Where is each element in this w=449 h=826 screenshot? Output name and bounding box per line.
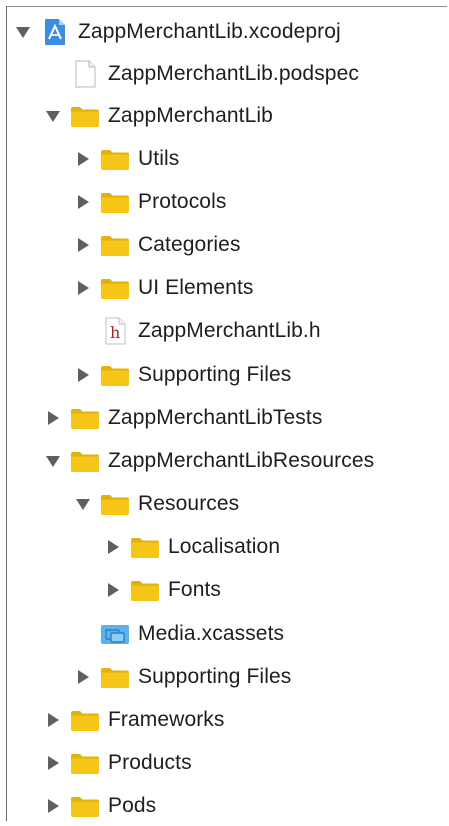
tree-row-ui-elements[interactable]: UI Elements	[74, 268, 253, 308]
disclosure-collapsed-icon[interactable]	[74, 236, 92, 254]
tree-row-supporting-files-2[interactable]: Supporting Files	[74, 657, 291, 697]
folder-icon	[70, 751, 100, 775]
folder-icon	[70, 794, 100, 818]
folder-icon	[70, 449, 100, 473]
disclosure-collapsed-icon[interactable]	[44, 409, 62, 427]
row-label: Resources	[138, 492, 240, 515]
tree-row-frameworks[interactable]: Frameworks	[44, 700, 225, 740]
tree-row-zappmerchantlib[interactable]: ZappMerchantLib	[44, 96, 273, 136]
tree-row-localisation[interactable]: Localisation	[104, 527, 280, 567]
row-label: ZappMerchantLibResources	[108, 449, 375, 472]
row-label: Localisation	[168, 535, 281, 558]
folder-icon	[70, 104, 100, 128]
xcode-project-icon	[40, 19, 70, 45]
disclosure-collapsed-icon[interactable]	[44, 797, 62, 815]
row-label: ZappMerchantLibTests	[108, 406, 323, 429]
row-label: UI Elements	[138, 276, 254, 299]
disclosure-collapsed-icon[interactable]	[74, 193, 92, 211]
folder-icon	[130, 578, 160, 602]
row-label: Media.xcassets	[138, 622, 285, 645]
row-label: Fonts	[168, 578, 222, 601]
row-label: Supporting Files	[138, 665, 292, 688]
asset-catalog-icon	[100, 622, 130, 646]
disclosure-collapsed-icon[interactable]	[44, 754, 62, 772]
row-label: Categories	[138, 233, 241, 256]
row-label: ZappMerchantLib.podspec	[108, 62, 359, 85]
folder-icon	[130, 535, 160, 559]
tree-row-xcodeproj[interactable]: ZappMerchantLib.xcodeproj	[14, 12, 341, 52]
tree-row-header-file[interactable]: h ZappMerchantLib.h	[74, 311, 321, 351]
folder-icon	[70, 708, 100, 732]
folder-icon	[100, 363, 130, 387]
document-icon	[70, 60, 100, 88]
tree-row-media-xcassets[interactable]: Media.xcassets	[74, 614, 284, 654]
tree-row-pods[interactable]: Pods	[44, 786, 156, 826]
disclosure-collapsed-icon[interactable]	[104, 538, 122, 556]
header-glyph: h	[110, 323, 121, 342]
folder-icon	[100, 276, 130, 300]
disclosure-expanded-icon[interactable]	[44, 107, 62, 125]
header-file-icon: h	[100, 317, 130, 345]
folder-icon	[70, 406, 100, 430]
tree-row-resources-group[interactable]: ZappMerchantLibResources	[44, 441, 374, 481]
disclosure-collapsed-icon[interactable]	[74, 150, 92, 168]
row-label: Supporting Files	[138, 363, 292, 386]
tree-row-tests[interactable]: ZappMerchantLibTests	[44, 398, 322, 438]
tree-row-resources[interactable]: Resources	[74, 484, 239, 524]
tree-row-utils[interactable]: Utils	[74, 139, 179, 179]
disclosure-expanded-icon[interactable]	[14, 23, 32, 41]
tree-row-products[interactable]: Products	[44, 743, 192, 783]
disclosure-collapsed-icon[interactable]	[104, 581, 122, 599]
row-label: ZappMerchantLib.h	[138, 319, 321, 342]
row-label: Products	[108, 751, 192, 774]
disclosure-expanded-icon[interactable]	[74, 495, 92, 513]
row-label: Protocols	[138, 190, 227, 213]
row-label: ZappMerchantLib	[108, 104, 273, 127]
disclosure-collapsed-icon[interactable]	[74, 366, 92, 384]
row-label: Utils	[138, 147, 180, 170]
folder-icon	[100, 147, 130, 171]
folder-icon	[100, 665, 130, 689]
folder-icon	[100, 190, 130, 214]
folder-icon	[100, 233, 130, 257]
disclosure-collapsed-icon[interactable]	[74, 668, 92, 686]
row-label: Pods	[108, 794, 157, 817]
disclosure-expanded-icon[interactable]	[44, 452, 62, 470]
disclosure-collapsed-icon[interactable]	[74, 279, 92, 297]
row-label: Frameworks	[108, 708, 225, 731]
tree-row-categories[interactable]: Categories	[74, 225, 241, 265]
tree-row-podspec[interactable]: ZappMerchantLib.podspec	[44, 54, 359, 94]
tree-row-supporting-files[interactable]: Supporting Files	[74, 355, 291, 395]
disclosure-collapsed-icon[interactable]	[44, 711, 62, 729]
tree-row-protocols[interactable]: Protocols	[74, 182, 226, 222]
folder-icon	[100, 492, 130, 516]
row-label: ZappMerchantLib.xcodeproj	[78, 20, 341, 43]
tree-row-fonts[interactable]: Fonts	[104, 570, 221, 610]
